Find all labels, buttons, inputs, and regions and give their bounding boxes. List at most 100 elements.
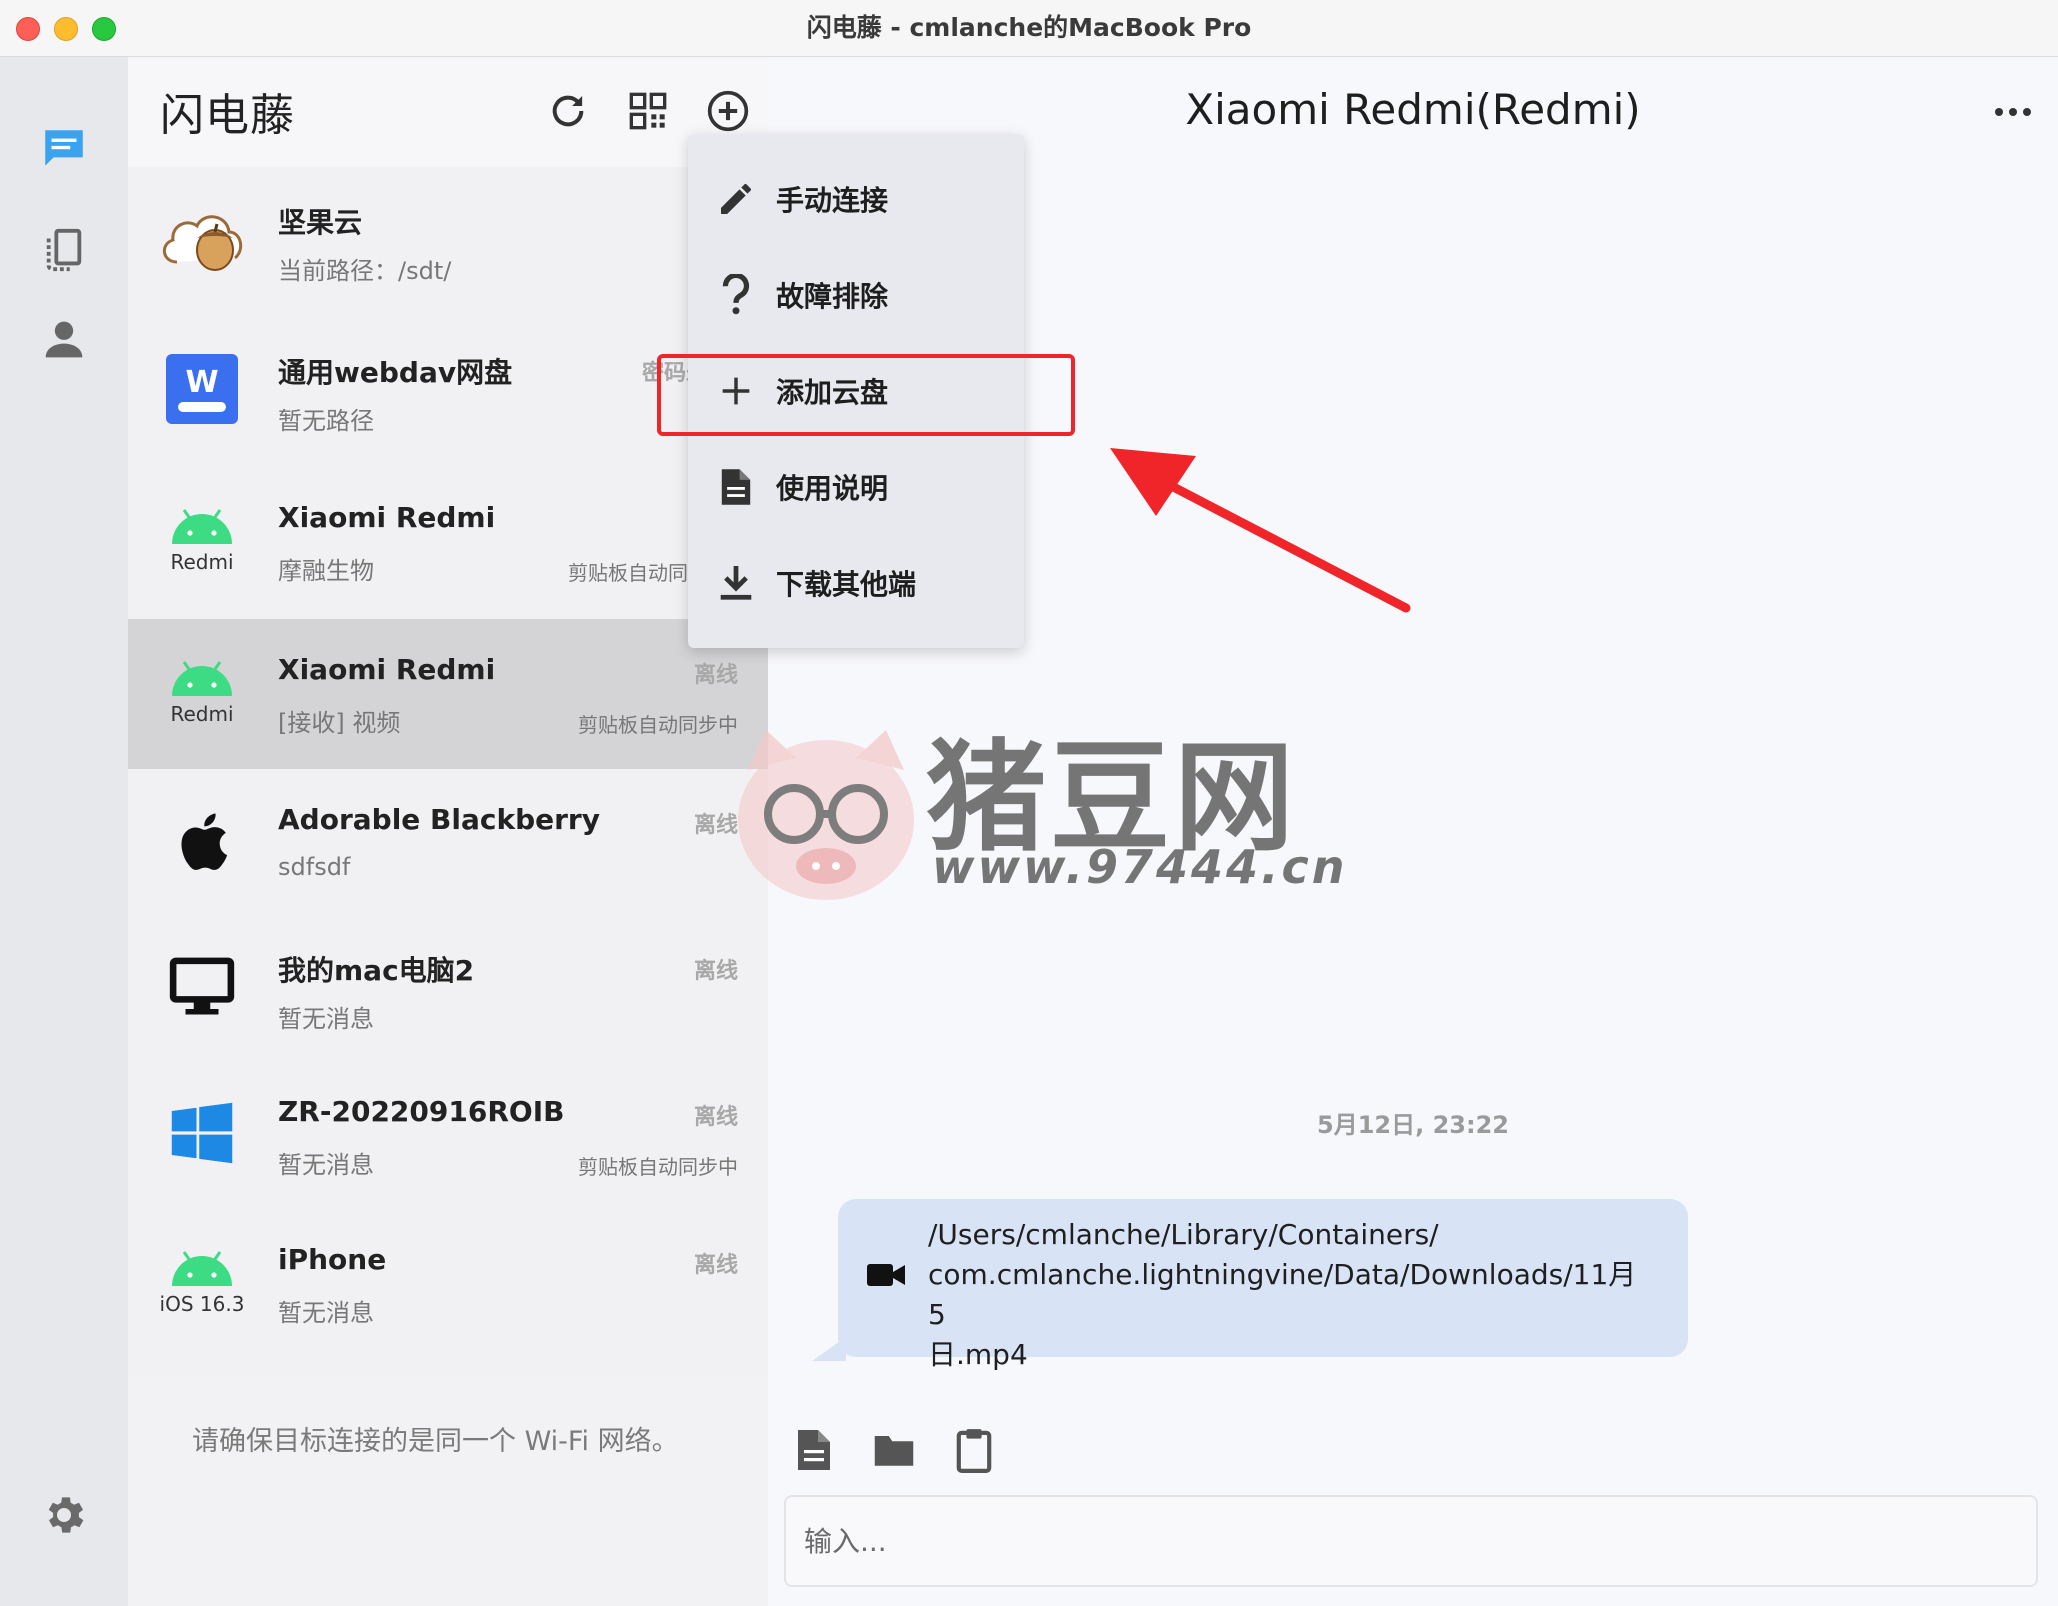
device-icon-container bbox=[156, 1083, 248, 1183]
device-clipboard-status: 剪贴板自动同 bbox=[568, 561, 688, 585]
device-item-nutstore[interactable]: 坚果云 当前路径：/sdt/ bbox=[128, 167, 768, 317]
message-line: com.cmlanche.lightningvine/Data/Download… bbox=[928, 1258, 1637, 1331]
device-message: 暂无消息 bbox=[278, 1151, 374, 1179]
question-icon-container bbox=[714, 273, 758, 317]
device-name: ZR-20220916ROIB bbox=[278, 1095, 565, 1128]
red-arrow-annotation bbox=[1110, 448, 1411, 613]
device-item-my-mac-2[interactable]: 我的mac电脑2 暂无消息 离线 bbox=[128, 915, 768, 1065]
apple-icon bbox=[181, 813, 228, 870]
device-subtitle: iOS 16.3 bbox=[159, 1292, 245, 1316]
watermark: 猪豆网 www.97444.cn bbox=[726, 700, 1346, 920]
more-horizontal-icon bbox=[1995, 108, 2031, 116]
pencil-icon-container bbox=[714, 177, 758, 221]
device-name: Xiaomi Redmi bbox=[278, 653, 496, 686]
device-message: 暂无路径 bbox=[278, 407, 374, 435]
device-item-xiaomi-redmi-2[interactable]: Redmi Xiaomi Redmi [接收] 视频 离线 剪贴板自动同步中 bbox=[128, 619, 768, 769]
pencil-icon bbox=[721, 184, 751, 214]
device-message: 暂无消息 bbox=[278, 1005, 374, 1033]
settings-button[interactable] bbox=[34, 1485, 94, 1545]
download-icon-container bbox=[714, 561, 758, 605]
device-message: [接收] 视频 bbox=[278, 709, 401, 737]
title-bar: 闪电藤 - cmlanche的MacBook Pro bbox=[0, 0, 2058, 57]
menu-item-label: 故障排除 bbox=[776, 280, 889, 313]
svg-text:W: W bbox=[185, 365, 218, 400]
person-icon bbox=[45, 321, 83, 358]
add-button[interactable] bbox=[704, 87, 752, 135]
question-icon bbox=[722, 274, 750, 315]
download-icon bbox=[720, 566, 752, 600]
send-folder-button[interactable] bbox=[870, 1425, 918, 1475]
rail-profile-button[interactable] bbox=[34, 309, 94, 369]
device-message: 暂无消息 bbox=[278, 1299, 374, 1327]
device-status: 离线 bbox=[693, 959, 738, 984]
menu-item-instructions[interactable]: 使用说明 bbox=[688, 439, 1024, 535]
send-clipboard-button[interactable] bbox=[950, 1425, 998, 1475]
device-item-iphone[interactable]: iOS 16.3 iPhone 暂无消息 离线 bbox=[128, 1209, 768, 1359]
device-item-adorable-blackberry[interactable]: Adorable Blackberry sdfsdf 离线 bbox=[128, 769, 768, 919]
device-subtitle: Redmi bbox=[170, 702, 234, 726]
video-icon bbox=[867, 1264, 905, 1286]
highlight-annotation bbox=[657, 354, 1075, 436]
message-line: 日.mp4 bbox=[928, 1338, 1028, 1371]
menu-item-label: 使用说明 bbox=[776, 472, 889, 505]
refresh-button[interactable] bbox=[544, 87, 592, 135]
qr-code-icon bbox=[629, 92, 667, 130]
folder-icon bbox=[874, 1436, 914, 1466]
device-icon-container bbox=[156, 937, 248, 1037]
message-input-container bbox=[784, 1495, 2038, 1587]
device-name: Xiaomi Redmi bbox=[278, 501, 496, 534]
device-icon-container: W bbox=[156, 339, 248, 439]
document-icon-container bbox=[714, 465, 758, 509]
qr-code-button[interactable] bbox=[624, 87, 672, 135]
file-icon bbox=[798, 1430, 830, 1470]
chat-title: Xiaomi Redmi(Redmi) bbox=[1185, 85, 1641, 134]
gear-icon bbox=[48, 1497, 84, 1533]
device-name: iPhone bbox=[278, 1243, 387, 1276]
message-input[interactable] bbox=[786, 1497, 2036, 1585]
webdav-icon: W bbox=[166, 354, 238, 424]
device-status: 离线 bbox=[693, 1105, 738, 1130]
device-name: Adorable Blackberry bbox=[278, 803, 600, 836]
app-name: 闪电藤 bbox=[160, 90, 295, 141]
refresh-icon bbox=[552, 95, 584, 127]
rail-chat-button[interactable] bbox=[34, 119, 94, 179]
add-circle-icon bbox=[707, 90, 749, 132]
device-item-xiaomi-redmi-1[interactable]: Redmi Xiaomi Redmi 摩融生物 剪贴板自动同 bbox=[128, 467, 768, 617]
pig-logo-icon bbox=[738, 730, 914, 900]
device-status: 离线 bbox=[693, 663, 738, 688]
clipboard-icon bbox=[956, 1429, 992, 1473]
device-clipboard-status: 剪贴板自动同步中 bbox=[578, 713, 738, 737]
device-message: 摩融生物 bbox=[278, 557, 374, 585]
device-list: 坚果云 当前路径：/sdt/ W 通用webdav网盘 暂无路径 密码未 Red… bbox=[128, 167, 768, 1377]
device-name: 通用webdav网盘 bbox=[278, 356, 513, 389]
message-bubble[interactable]: /Users/cmlanche/Library/Containers/ com.… bbox=[838, 1199, 1688, 1371]
android-icon bbox=[172, 661, 232, 696]
message-line: /Users/cmlanche/Library/Containers/ bbox=[928, 1218, 1439, 1251]
list-header: 闪电藤 bbox=[128, 57, 768, 167]
window-title: 闪电藤 - cmlanche的MacBook Pro bbox=[806, 13, 1252, 42]
chat-icon bbox=[45, 130, 83, 166]
device-list-panel: 闪电藤 坚果云 当前路径：/sdt/ W 通用webdav网盘 暂无路径 密码未… bbox=[128, 57, 768, 1606]
device-icon-container: Redmi bbox=[156, 489, 248, 589]
menu-item-download-other-clients[interactable]: 下载其他端 bbox=[688, 535, 1024, 631]
device-icon-container bbox=[156, 189, 248, 289]
more-options-button[interactable] bbox=[1988, 97, 2038, 127]
send-file-button[interactable] bbox=[790, 1425, 838, 1475]
device-icon-container bbox=[156, 791, 248, 891]
menu-item-troubleshoot[interactable]: 故障排除 bbox=[688, 247, 1024, 343]
device-name: 我的mac电脑2 bbox=[278, 954, 475, 987]
device-message: 当前路径：/sdt/ bbox=[278, 257, 452, 285]
nutstore-cloud-icon bbox=[163, 215, 243, 271]
nav-rail bbox=[0, 57, 128, 1606]
menu-item-manual-connect[interactable]: 手动连接 bbox=[688, 151, 1024, 247]
device-item-zr-20220916roib[interactable]: ZR-20220916ROIB 暂无消息 离线 剪贴板自动同步中 bbox=[128, 1061, 768, 1211]
device-subtitle: Redmi bbox=[170, 550, 234, 574]
device-icon-container: iOS 16.3 bbox=[156, 1231, 248, 1331]
device-clipboard-status: 剪贴板自动同步中 bbox=[578, 1155, 738, 1179]
device-message: sdfsdf bbox=[278, 853, 351, 881]
rail-devices-button[interactable] bbox=[34, 220, 94, 280]
windows-icon bbox=[171, 1102, 233, 1164]
menu-item-label: 手动连接 bbox=[776, 184, 889, 217]
devices-icon bbox=[46, 228, 82, 272]
android-icon bbox=[172, 509, 232, 544]
